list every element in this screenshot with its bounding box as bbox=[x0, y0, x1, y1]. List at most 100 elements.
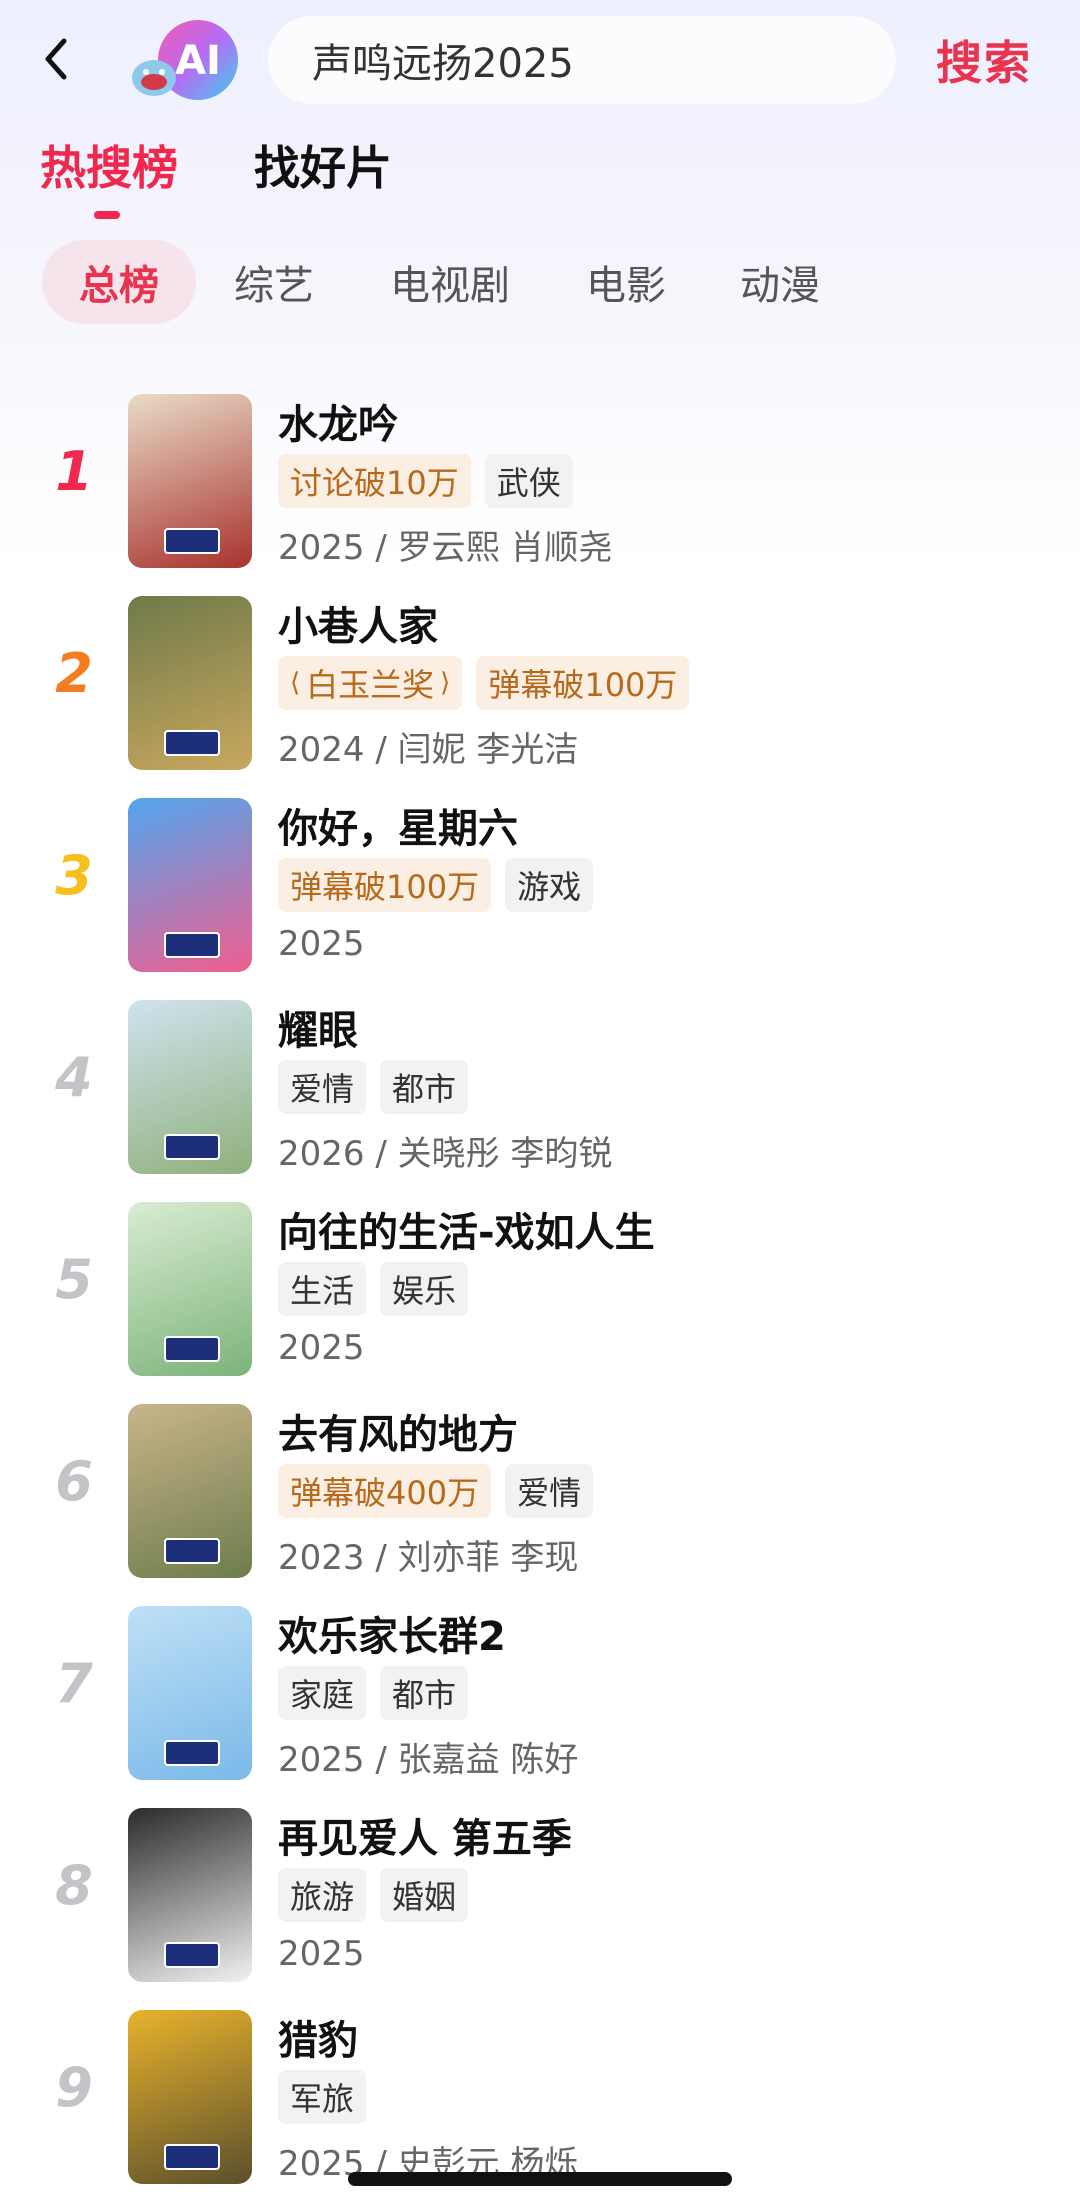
poster-thumbnail[interactable] bbox=[128, 798, 252, 972]
laurel-left-icon: ⟨ bbox=[290, 668, 301, 698]
genre-tag: 爱情 bbox=[278, 1060, 367, 1114]
genre-tag: 都市 bbox=[380, 1666, 469, 1720]
poster-thumbnail[interactable] bbox=[128, 1202, 252, 1376]
highlight-tag: 讨论破10万 bbox=[278, 454, 471, 508]
rank-number: 6 bbox=[55, 1450, 93, 1513]
list-item[interactable]: 6 去有风的地方 弹幕破400万 爱情 2023 / 刘亦菲 李现 bbox=[0, 1402, 1080, 1582]
highlight-tag: 弹幕破100万 bbox=[278, 858, 492, 912]
home-indicator bbox=[348, 2172, 732, 2186]
tag-label: 娱乐 bbox=[392, 1272, 457, 1310]
tab-find-good-shows[interactable]: 找好片 bbox=[254, 135, 392, 195]
poster-sponsor-badge bbox=[164, 1538, 220, 1564]
list-item[interactable]: 5 向往的生活-戏如人生 生活 娱乐 2025 bbox=[0, 1200, 1080, 1380]
tag-label: 讨论破10万 bbox=[290, 464, 459, 502]
poster-thumbnail[interactable] bbox=[128, 1606, 252, 1780]
tag-group: 旅游 婚姻 bbox=[278, 1868, 469, 1922]
tab-movies[interactable]: 电影 bbox=[568, 240, 684, 324]
highlight-tag: 弹幕破100万 bbox=[476, 656, 690, 710]
category-tabs: 总榜 综艺 电视剧 电影 动漫 bbox=[0, 240, 1080, 324]
poster-thumbnail[interactable] bbox=[128, 596, 252, 770]
item-title[interactable]: 向往的生活-戏如人生 bbox=[278, 1200, 655, 1258]
tab-overall[interactable]: 总榜 bbox=[42, 240, 196, 324]
search-query-text: 声鸣远扬2025 bbox=[312, 41, 574, 87]
poster-sponsor-badge bbox=[164, 528, 220, 554]
poster-sponsor-badge bbox=[164, 1942, 220, 1968]
item-title[interactable]: 耀眼 bbox=[278, 998, 358, 1056]
laurel-right-icon: ⟩ bbox=[440, 668, 451, 698]
search-input[interactable]: 声鸣远扬2025 bbox=[268, 16, 896, 104]
tag-label: 爱情 bbox=[517, 1474, 582, 1512]
poster-thumbnail[interactable] bbox=[128, 2010, 252, 2184]
tag-label: 都市 bbox=[392, 1070, 457, 1108]
genre-tag: 旅游 bbox=[278, 1868, 367, 1922]
highlight-tag: 弹幕破400万 bbox=[278, 1464, 492, 1518]
poster-sponsor-badge bbox=[164, 1740, 220, 1766]
poster-sponsor-badge bbox=[164, 730, 220, 756]
tab-hot-search[interactable]: 热搜榜 bbox=[40, 135, 178, 195]
rank-number: 5 bbox=[55, 1248, 93, 1311]
ai-assistant-logo[interactable]: AI bbox=[128, 16, 248, 108]
item-title[interactable]: 去有风的地方 bbox=[278, 1402, 518, 1460]
list-item[interactable]: 3 你好，星期六 弹幕破100万 游戏 2025 bbox=[0, 796, 1080, 976]
poster-thumbnail[interactable] bbox=[128, 1000, 252, 1174]
list-item[interactable]: 1 水龙吟 讨论破10万 武侠 2025 / 罗云熙 肖顺尧 bbox=[0, 392, 1080, 572]
tag-group: 爱情 都市 bbox=[278, 1060, 469, 1114]
item-meta: 2023 / 刘亦菲 李现 bbox=[278, 1538, 579, 1578]
tag-label: 军旅 bbox=[290, 2080, 355, 2118]
tab-variety[interactable]: 综艺 bbox=[214, 240, 334, 324]
poster-sponsor-badge bbox=[164, 2144, 220, 2170]
list-item[interactable]: 9 猎豹 军旅 2025 / 史彭元 杨烁 bbox=[0, 2008, 1080, 2188]
item-title[interactable]: 再见爱人 第五季 bbox=[278, 1806, 572, 1864]
search-button[interactable]: 搜索 bbox=[936, 28, 1032, 92]
tag-label: 旅游 bbox=[290, 1878, 355, 1916]
tab-anime[interactable]: 动漫 bbox=[722, 240, 838, 324]
tag-label: 武侠 bbox=[496, 464, 561, 502]
rank-number: 3 bbox=[55, 844, 93, 907]
tag-label: 弹幕破100万 bbox=[488, 666, 678, 704]
tag-group: 家庭 都市 bbox=[278, 1666, 469, 1720]
tab-tv-series[interactable]: 电视剧 bbox=[378, 240, 522, 324]
list-item[interactable]: 7 欢乐家长群2 家庭 都市 2025 / 张嘉益 陈好 bbox=[0, 1604, 1080, 1784]
item-meta: 2025 bbox=[278, 924, 365, 964]
item-meta: 2025 bbox=[278, 1934, 365, 1974]
header: AI 声鸣远扬2025 搜索 bbox=[0, 0, 1080, 130]
item-title[interactable]: 水龙吟 bbox=[278, 392, 398, 450]
genre-tag: 家庭 bbox=[278, 1666, 367, 1720]
poster-thumbnail[interactable] bbox=[128, 1808, 252, 1982]
list-item[interactable]: 2 小巷人家 ⟨ 白玉兰奖 ⟩ 弹幕破100万 2024 / 闫妮 李光洁 bbox=[0, 594, 1080, 774]
poster-thumbnail[interactable] bbox=[128, 394, 252, 568]
rank-number: 9 bbox=[55, 2056, 93, 2119]
main-tabs: 热搜榜 找好片 bbox=[0, 135, 1080, 225]
poster-sponsor-badge bbox=[164, 1134, 220, 1160]
rank-number: 8 bbox=[55, 1854, 93, 1917]
item-title[interactable]: 小巷人家 bbox=[278, 594, 438, 652]
tag-label: 婚姻 bbox=[392, 1878, 457, 1916]
tag-label: 弹幕破400万 bbox=[290, 1474, 480, 1512]
tag-group: 弹幕破400万 爱情 bbox=[278, 1464, 594, 1518]
tag-group: 生活 娱乐 bbox=[278, 1262, 469, 1316]
highlight-tag: ⟨ 白玉兰奖 ⟩ bbox=[278, 656, 463, 710]
tag-label: 爱情 bbox=[290, 1070, 355, 1108]
poster-sponsor-badge bbox=[164, 1336, 220, 1362]
genre-tag: 爱情 bbox=[505, 1464, 594, 1518]
tag-group: 讨论破10万 武侠 bbox=[278, 454, 573, 508]
list-item[interactable]: 8 再见爱人 第五季 旅游 婚姻 2025 bbox=[0, 1806, 1080, 1986]
tag-group: 弹幕破100万 游戏 bbox=[278, 858, 594, 912]
genre-tag: 军旅 bbox=[278, 2070, 367, 2124]
item-title[interactable]: 猎豹 bbox=[278, 2008, 358, 2066]
item-meta: 2024 / 闫妮 李光洁 bbox=[278, 730, 579, 770]
svg-text:AI: AI bbox=[175, 38, 221, 84]
genre-tag: 生活 bbox=[278, 1262, 367, 1316]
item-meta: 2025 bbox=[278, 1328, 365, 1368]
back-button[interactable] bbox=[36, 34, 76, 84]
tag-label: 都市 bbox=[392, 1676, 457, 1714]
list-item[interactable]: 4 耀眼 爱情 都市 2026 / 关晓彤 李昀锐 bbox=[0, 998, 1080, 1178]
poster-thumbnail[interactable] bbox=[128, 1404, 252, 1578]
item-title[interactable]: 欢乐家长群2 bbox=[278, 1604, 506, 1662]
rank-number: 4 bbox=[55, 1046, 93, 1109]
rank-number: 2 bbox=[55, 642, 93, 705]
tag-label: 生活 bbox=[290, 1272, 355, 1310]
tag-label: 家庭 bbox=[290, 1676, 355, 1714]
item-meta: 2025 / 张嘉益 陈好 bbox=[278, 1740, 579, 1780]
item-title[interactable]: 你好，星期六 bbox=[278, 796, 518, 854]
